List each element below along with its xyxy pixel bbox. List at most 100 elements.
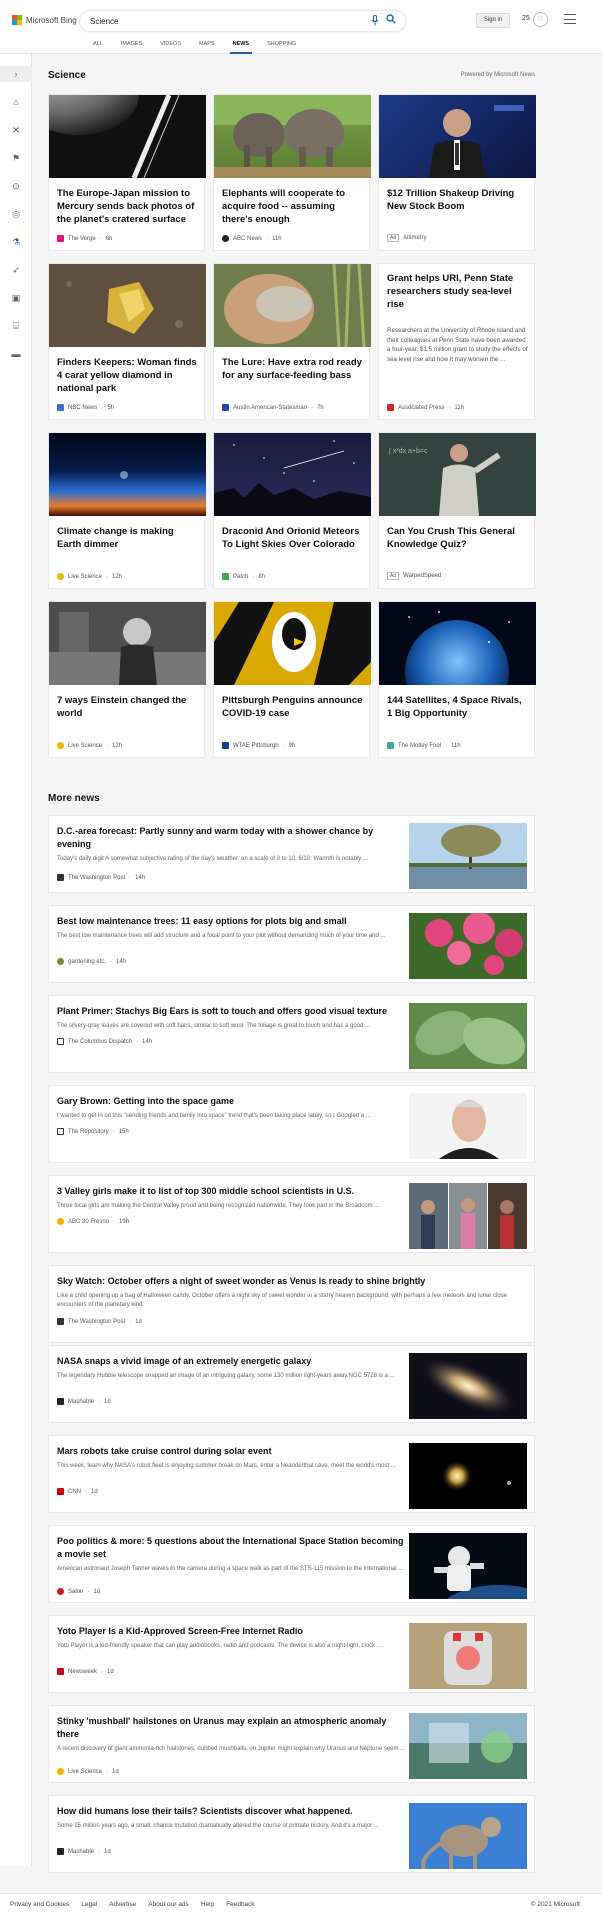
abc-news-logo-icon: [222, 235, 229, 242]
columbus-dispatch-logo-icon: [57, 1038, 64, 1045]
news-list-item[interactable]: D.C.-area forecast: Partly sunny and war…: [48, 815, 535, 893]
card-age: 9h: [288, 742, 296, 749]
card-meta: Ad WarpedSpeed: [387, 572, 441, 580]
page-footer: Privacy and Cookies Legal Advertise Abou…: [0, 1893, 602, 1917]
news-snippet: Today's daily digit A somewhat subjectiv…: [57, 856, 368, 862]
news-title[interactable]: Yoto Player Is a Kid-Approved Screen-Fre…: [57, 1625, 407, 1638]
sign-in-button[interactable]: Sign in: [476, 13, 510, 28]
card-source: Patch: [233, 573, 249, 580]
rewards-points[interactable]: 25: [522, 15, 530, 22]
footer-link-privacy[interactable]: Privacy and Cookies: [10, 1901, 69, 1908]
news-title[interactable]: NASA snaps a vivid image of an extremely…: [57, 1355, 407, 1368]
footer-link-legal[interactable]: Legal: [81, 1901, 97, 1908]
card-snippet: Researchers at the University of Rhode I…: [387, 327, 528, 363]
news-list-item[interactable]: NASA snaps a vivid image of an extremely…: [48, 1345, 535, 1423]
news-source: gardening etc.: [68, 958, 107, 965]
news-thumbnail: [409, 1183, 527, 1249]
news-card[interactable]: Finders Keepers: Woman finds 4 carat yel…: [48, 263, 206, 420]
tab-videos[interactable]: VIDEOS: [151, 40, 190, 54]
business-icon[interactable]: ⌸: [8, 318, 24, 334]
news-snippet: Three local girls are making the Central…: [57, 1203, 380, 1209]
news-card[interactable]: 144 Satellites, 4 Space Rivals, 1 Big Op…: [378, 601, 536, 758]
news-card[interactable]: The Europe-Japan mission to Mercury send…: [48, 94, 206, 251]
news-list-item[interactable]: Best low maintenance trees: 11 easy opti…: [48, 905, 535, 983]
card-title[interactable]: 144 Satellites, 4 Space Rivals, 1 Big Op…: [387, 694, 529, 720]
card-meta: Ad Altimetry: [387, 234, 426, 242]
news-title[interactable]: Stinky 'mushball' hailstones on Uranus m…: [57, 1715, 407, 1741]
news-list-item[interactable]: Stinky 'mushball' hailstones on Uranus m…: [48, 1705, 535, 1783]
ad-card[interactable]: ∫ x²dx a+b=c Can You Crush This General …: [378, 432, 536, 589]
news-list-item[interactable]: Poo politics & more: 5 questions about t…: [48, 1525, 535, 1603]
news-thumbnail: [409, 1443, 527, 1509]
card-title[interactable]: Elephants will cooperate to acquire food…: [222, 187, 364, 226]
news-card[interactable]: Climate change is making Earth dimmer Li…: [48, 432, 206, 589]
rewards-medal-icon[interactable]: ♡: [533, 12, 548, 27]
expand-sidebar-icon[interactable]: ›: [0, 66, 32, 82]
footer-link-feedback[interactable]: Feedback: [226, 1901, 255, 1908]
news-title[interactable]: Gary Brown: Getting into the space game: [57, 1095, 407, 1108]
card-age: 11h: [451, 742, 461, 749]
news-title[interactable]: Mars robots take cruise control during s…: [57, 1445, 407, 1458]
sports-icon[interactable]: ✕: [8, 122, 24, 138]
news-title[interactable]: Sky Watch: October offers a night of swe…: [57, 1275, 522, 1288]
card-title[interactable]: $12 Trillion Shakeup Driving New Stock B…: [387, 187, 529, 213]
tab-shopping[interactable]: SHOPPING: [258, 40, 305, 54]
card-title[interactable]: The Lure: Have extra rod ready for any s…: [222, 356, 364, 382]
tab-maps[interactable]: MAPS: [190, 40, 224, 54]
science-icon[interactable]: ⚗: [8, 234, 24, 250]
news-list-item[interactable]: Mars robots take cruise control during s…: [48, 1435, 535, 1513]
card-source: Live Science: [68, 742, 103, 749]
news-card[interactable]: Pittsburgh Penguins announce COVID-19 ca…: [213, 601, 371, 758]
news-title[interactable]: 3 Valley girls make it to list of top 30…: [57, 1185, 407, 1198]
flag-icon[interactable]: ⚑: [8, 150, 24, 166]
card-title[interactable]: The Europe-Japan mission to Mercury send…: [57, 187, 199, 226]
card-title[interactable]: Grant helps URI, Penn State researchers …: [387, 272, 529, 311]
world-icon[interactable]: ◎: [8, 206, 24, 222]
card-title[interactable]: Climate change is making Earth dimmer: [57, 525, 199, 551]
news-list-item[interactable]: 3 Valley girls make it to list of top 30…: [48, 1175, 535, 1253]
news-card[interactable]: The Lure: Have extra rod ready for any s…: [213, 263, 371, 420]
news-card[interactable]: 7 ways Einstein changed the world Live S…: [48, 601, 206, 758]
card-source: ABC News: [233, 235, 263, 242]
home-icon[interactable]: ⌂: [8, 94, 24, 110]
microphone-icon[interactable]: [370, 15, 380, 27]
news-title[interactable]: D.C.-area forecast: Partly sunny and war…: [57, 825, 407, 851]
location-pin-icon[interactable]: ⊙: [8, 178, 24, 194]
tab-images[interactable]: IMAGES: [112, 40, 151, 54]
news-title[interactable]: Poo politics & more: 5 questions about t…: [57, 1535, 407, 1561]
card-title[interactable]: Finders Keepers: Woman finds 4 carat yel…: [57, 356, 199, 395]
news-list-item[interactable]: Plant Primer: Stachys Big Ears is soft t…: [48, 995, 535, 1073]
entertainment-icon[interactable]: ▣: [8, 290, 24, 306]
card-title[interactable]: Draconid And Orionid Meteors To Light Sk…: [222, 525, 364, 551]
tab-all[interactable]: ALL: [84, 40, 112, 54]
news-source: ABC 30 Fresno: [68, 1218, 110, 1225]
news-title[interactable]: How did humans lose their tails? Scienti…: [57, 1805, 407, 1818]
news-title[interactable]: Plant Primer: Stachys Big Ears is soft t…: [57, 1005, 407, 1018]
ad-card[interactable]: $12 Trillion Shakeup Driving New Stock B…: [378, 94, 536, 251]
news-list-item[interactable]: Yoto Player Is a Kid-Approved Screen-Fre…: [48, 1615, 535, 1693]
card-title[interactable]: Pittsburgh Penguins announce COVID-19 ca…: [222, 694, 364, 720]
more-news-title: More news: [48, 793, 100, 804]
search-icon[interactable]: [385, 14, 397, 28]
footer-link-advertise[interactable]: Advertise: [109, 1901, 136, 1908]
politics-icon[interactable]: ▬: [8, 346, 24, 362]
card-title[interactable]: 7 ways Einstein changed the world: [57, 694, 199, 720]
news-age: 1d: [107, 1668, 114, 1675]
news-list-item[interactable]: Gary Brown: Getting into the space game …: [48, 1085, 535, 1163]
footer-link-help[interactable]: Help: [201, 1901, 214, 1908]
footer-link-about-ads[interactable]: About our ads: [148, 1901, 188, 1908]
tab-news[interactable]: NEWS: [224, 40, 259, 54]
news-card[interactable]: Draconid And Orionid Meteors To Light Sk…: [213, 432, 371, 589]
statesman-logo-icon: [222, 404, 229, 411]
news-title[interactable]: Best low maintenance trees: 11 easy opti…: [57, 915, 407, 928]
rocket-icon[interactable]: ➶: [8, 262, 24, 278]
bing-logo[interactable]: Microsoft Bing: [12, 15, 77, 25]
card-title[interactable]: Can You Crush This General Knowledge Qui…: [387, 525, 529, 551]
news-card[interactable]: Grant helps URI, Penn State researchers …: [378, 263, 535, 420]
hamburger-menu-icon[interactable]: [564, 14, 576, 24]
search-input[interactable]: [90, 14, 340, 28]
news-list-item[interactable]: Sky Watch: October offers a night of swe…: [48, 1265, 535, 1343]
news-card[interactable]: Elephants will cooperate to acquire food…: [213, 94, 371, 251]
news-list-item[interactable]: How did humans lose their tails? Scienti…: [48, 1795, 535, 1873]
microsoft-logo-icon: [12, 15, 22, 25]
